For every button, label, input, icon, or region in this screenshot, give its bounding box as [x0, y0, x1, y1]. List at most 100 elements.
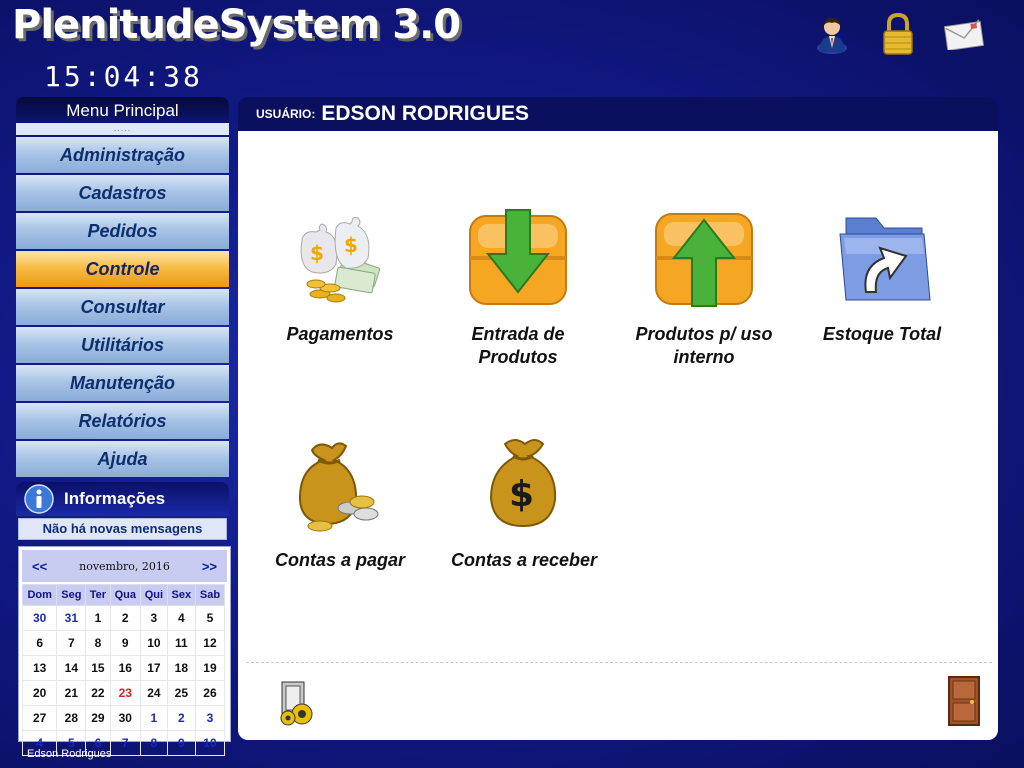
weekday: Qui [140, 584, 168, 606]
app-title: PlenitudeSystem 3.0 [12, 2, 461, 48]
calendar-day[interactable]: 30 [21, 605, 58, 631]
calendar-day[interactable]: 11 [166, 630, 196, 656]
calendar-month: novembro, 2016 [79, 559, 170, 573]
calendar-day[interactable]: 19 [194, 655, 226, 681]
calendar-day[interactable]: 27 [21, 705, 58, 731]
calendar-day[interactable]: 3 [140, 605, 168, 631]
calendar-day[interactable]: 2 [166, 705, 196, 731]
calendar-day[interactable]: 1 [85, 605, 111, 631]
calendar-day[interactable]: 6 [21, 630, 58, 656]
user-label: USUÁRIO: [256, 107, 316, 121]
info-title: Informações [64, 489, 166, 508]
calendar-header: << novembro, 2016 >> [22, 550, 227, 582]
calendar: << novembro, 2016 >> Dom Seg Ter Qua Qui… [18, 546, 231, 756]
calendar-day[interactable]: 3 [194, 705, 226, 731]
weekday: Qua [109, 584, 142, 606]
calendar-week: 13 14 15 16 17 18 19 [21, 655, 226, 681]
footer-user: Edson Rodrigues [27, 748, 112, 760]
calendar-day[interactable]: 7 [109, 730, 142, 756]
tile-contas-a-pagar[interactable]: Contas a pagar [260, 429, 420, 572]
main-panel: $ $ Pagamentos Entrada de Produtos Produ… [238, 131, 998, 740]
calendar-prev-button[interactable]: << [32, 559, 47, 574]
info-message: Não há novas mensagens [18, 518, 227, 540]
calendar-week: 27 28 29 30 1 2 3 [21, 705, 226, 731]
tile-contas-a-receber[interactable]: $ Contas a receber [444, 429, 604, 572]
calendar-next-button[interactable]: >> [202, 559, 217, 574]
clock: 15:04:38 [44, 60, 203, 93]
calendar-day[interactable]: 20 [21, 680, 58, 706]
calendar-day[interactable]: 25 [166, 680, 196, 706]
tile-label: Entrada de Produtos [471, 324, 565, 367]
calendar-day[interactable]: 30 [109, 705, 142, 731]
tile-entrada-de-produtos[interactable]: Entrada de Produtos [438, 203, 598, 369]
tile-label: Estoque Total [822, 324, 942, 344]
calendar-day[interactable]: 13 [21, 655, 58, 681]
divider [246, 662, 992, 663]
calendar-day[interactable]: 9 [166, 730, 196, 756]
calendar-day[interactable]: 10 [194, 730, 226, 756]
money-bags-icon: $ $ [285, 203, 395, 313]
weekday: Sex [166, 584, 196, 606]
calendar-day[interactable]: 17 [140, 655, 168, 681]
calendar-day[interactable]: 12 [194, 630, 226, 656]
calendar-day[interactable]: 22 [85, 680, 111, 706]
calendar-day[interactable]: 28 [56, 705, 87, 731]
menu-grip[interactable]: ..... [16, 123, 229, 135]
tile-pagamentos[interactable]: $ $ Pagamentos [260, 203, 420, 346]
arrow-down-box-icon [463, 203, 573, 313]
menu-item-utilitarios[interactable]: Utilitários [16, 327, 229, 363]
info-panel: Informações Não há novas mensagens [16, 482, 229, 540]
money-bag-coins-icon [285, 429, 395, 539]
calendar-day[interactable]: 16 [109, 655, 142, 681]
menu-item-consultar[interactable]: Consultar [16, 289, 229, 325]
calendar-day[interactable]: 23 [109, 680, 142, 706]
calendar-day[interactable]: 26 [194, 680, 226, 706]
calendar-week: 20 21 22 23 24 25 26 [21, 680, 226, 706]
calendar-day[interactable]: 5 [194, 605, 226, 631]
calendar-day[interactable]: 4 [166, 605, 196, 631]
calendar-day[interactable]: 10 [140, 630, 168, 656]
svg-text:$: $ [509, 474, 534, 515]
menu-item-pedidos[interactable]: Pedidos [16, 213, 229, 249]
weekday: Sab [194, 584, 226, 606]
user-profile-icon[interactable] [812, 12, 852, 56]
calendar-day[interactable]: 8 [140, 730, 168, 756]
tile-estoque-total[interactable]: Estoque Total [802, 203, 962, 346]
user-header: USUÁRIO: EDSON RODRIGUES [238, 97, 998, 131]
svg-text:$: $ [310, 241, 324, 265]
info-icon [24, 484, 54, 514]
folder-arrow-icon [827, 203, 937, 313]
calendar-day[interactable]: 2 [109, 605, 142, 631]
weekday: Seg [56, 584, 87, 606]
calendar-day[interactable]: 14 [56, 655, 87, 681]
calendar-day[interactable]: 15 [85, 655, 111, 681]
menu-item-administracao[interactable]: Administração [16, 137, 229, 173]
calendar-day[interactable]: 8 [85, 630, 111, 656]
weekday: Ter [85, 584, 111, 606]
calendar-grid: Dom Seg Ter Qua Qui Sex Sab 30 31 1 2 3 4 5 6 7 8… [21, 584, 226, 756]
calendar-day[interactable]: 18 [166, 655, 196, 681]
calendar-week: 30 31 1 2 3 4 5 [21, 605, 226, 631]
calendar-day[interactable]: 24 [140, 680, 168, 706]
tile-label: Produtos p/ uso interno [635, 324, 773, 367]
menu-item-controle[interactable]: Controle [16, 251, 229, 287]
calendar-day[interactable]: 31 [56, 605, 87, 631]
calendar-week: 6 7 8 9 10 11 12 [21, 630, 226, 656]
tile-produtos-uso-interno[interactable]: Produtos p/ uso interno [624, 203, 784, 369]
arrow-up-box-icon [649, 203, 759, 313]
menu-item-cadastros[interactable]: Cadastros [16, 175, 229, 211]
lock-icon[interactable] [878, 12, 918, 56]
settings-door-icon[interactable] [276, 679, 320, 727]
dollar-bag-icon: $ [469, 429, 579, 539]
calendar-day[interactable]: 29 [85, 705, 111, 731]
exit-door-icon[interactable] [942, 676, 986, 726]
menu-item-ajuda[interactable]: Ajuda [16, 441, 229, 477]
top-toolbar [812, 12, 984, 56]
calendar-day[interactable]: 1 [140, 705, 168, 731]
calendar-day[interactable]: 21 [56, 680, 87, 706]
calendar-day[interactable]: 7 [56, 630, 87, 656]
menu-item-manutencao[interactable]: Manutenção [16, 365, 229, 401]
mail-icon[interactable] [944, 12, 984, 56]
calendar-day[interactable]: 9 [109, 630, 142, 656]
menu-item-relatorios[interactable]: Relatórios [16, 403, 229, 439]
